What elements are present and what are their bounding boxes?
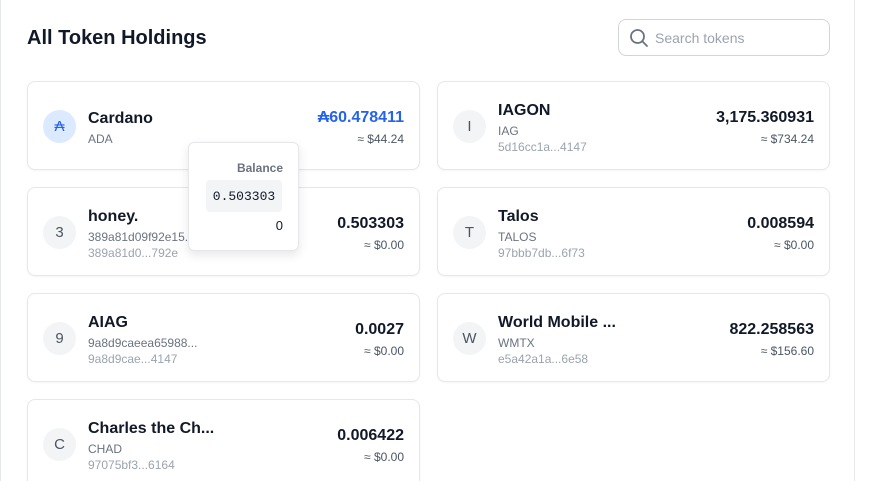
token-value: ≈ $0.00 — [364, 450, 404, 464]
token-policy-id: 9a8d9cae...4147 — [88, 352, 178, 366]
token-avatar: I — [453, 110, 486, 143]
token-policy-id: e5a42a1a...6e58 — [498, 352, 589, 366]
balance-tooltip: Balance 0.503303 0 — [188, 142, 299, 251]
token-ticker: 389a81d09f92e15... — [88, 230, 195, 244]
token-amount: 822.258563 — [729, 321, 814, 338]
token-name: AIAG — [88, 314, 128, 331]
token-card-charles[interactable]: C Charles the Ch... CHAD 97075bf3...6164… — [27, 399, 420, 481]
token-name: Charles the Ch... — [88, 420, 215, 437]
token-policy-id: 5d16cc1a...4147 — [498, 140, 587, 154]
token-name: Talos — [498, 208, 539, 225]
token-ticker: TALOS — [498, 230, 537, 244]
token-value: ≈ $734.24 — [760, 132, 814, 146]
token-ticker: IAG — [498, 124, 519, 138]
token-amount: 0.503303 — [337, 215, 404, 232]
tooltip-balance-value: 0.503303 — [206, 180, 282, 212]
token-value: ≈ $156.60 — [760, 344, 814, 358]
token-avatar: ₳ — [43, 110, 76, 143]
token-ticker: WMTX — [498, 336, 535, 350]
token-avatar: 3 — [43, 216, 76, 249]
page-title: All Token Holdings — [27, 27, 207, 49]
token-value: ≈ $0.00 — [364, 238, 404, 252]
token-value: ≈ $0.00 — [774, 238, 814, 252]
token-policy-id: 97075bf3...6164 — [88, 458, 175, 472]
search-input[interactable] — [655, 28, 823, 48]
token-value: ≈ $0.00 — [364, 344, 404, 358]
token-amount: 0.006422 — [337, 427, 404, 444]
token-avatar: W — [453, 322, 486, 355]
token-ticker: CHAD — [88, 442, 123, 456]
token-holdings-panel: All Token Holdings ₳ Cardano ADA ₳60.478… — [0, 0, 855, 481]
token-ticker: ADA — [88, 132, 113, 146]
tooltip-label: Balance — [236, 161, 283, 175]
token-card-aiag[interactable]: 9 AIAG 9a8d9caeea65988... 9a8d9cae...414… — [27, 293, 420, 382]
token-card-world-mobile[interactable]: W World Mobile ... WMTX e5a42a1a...6e58 … — [437, 293, 830, 382]
search-box[interactable] — [618, 19, 830, 56]
token-name: honey. — [88, 208, 139, 225]
token-policy-id: 389a81d0...792e — [88, 246, 179, 260]
token-name: World Mobile ... — [498, 314, 616, 331]
token-ticker: 9a8d9caeea65988... — [88, 336, 198, 350]
token-avatar: T — [453, 216, 486, 249]
token-amount: 3,175.360931 — [716, 109, 814, 126]
search-icon — [630, 29, 648, 47]
token-amount: ₳60.478411 — [317, 109, 404, 126]
token-card-iagon[interactable]: I IAGON IAG 5d16cc1a...4147 3,175.360931… — [437, 81, 830, 170]
token-value: ≈ $44.24 — [357, 132, 404, 146]
token-avatar: 9 — [43, 322, 76, 355]
token-name: Cardano — [88, 110, 153, 127]
token-name: IAGON — [498, 102, 551, 119]
token-avatar: C — [43, 428, 76, 461]
token-amount: 0.0027 — [355, 321, 404, 338]
token-policy-id: 97bbb7db...6f73 — [498, 246, 585, 260]
token-card-talos[interactable]: T Talos TALOS 97bbb7db...6f73 0.008594 ≈… — [437, 187, 830, 276]
token-amount: 0.008594 — [747, 215, 814, 232]
tooltip-secondary-value: 0 — [275, 218, 283, 233]
